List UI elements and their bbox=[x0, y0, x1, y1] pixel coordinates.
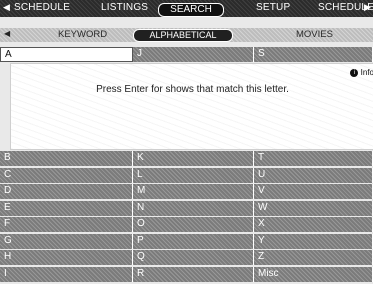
letter-cell[interactable]: M bbox=[133, 184, 254, 199]
letter-cell[interactable]: L bbox=[133, 167, 254, 183]
letter-row: I R Misc bbox=[0, 266, 373, 282]
letter-cell[interactable]: E bbox=[0, 200, 133, 216]
letter-row-top: A J S bbox=[0, 47, 373, 62]
letter-label: B bbox=[4, 152, 11, 163]
letter-cell[interactable]: Misc bbox=[254, 266, 373, 282]
letter-row: HQZ bbox=[0, 250, 373, 265]
letter-label: U bbox=[258, 168, 266, 180]
info-message: Press Enter for shows that match this le… bbox=[96, 84, 289, 95]
letter-cell[interactable]: N bbox=[133, 200, 254, 216]
info-panel: i Info Press Enter for shows that match … bbox=[10, 63, 373, 150]
letter-label: X bbox=[258, 218, 265, 229]
letter-cell[interactable]: H bbox=[0, 250, 133, 265]
top-nav-bar: ◀ SCHEDULE LISTINGS SEARCH SETUP SCHEDUL… bbox=[0, 0, 373, 17]
info-badge-label: Info bbox=[360, 68, 373, 77]
search-mode-tabs: ◀ KEYWORD ALPHABETICAL MOVIES bbox=[0, 28, 373, 42]
letter-label: G bbox=[4, 234, 12, 246]
letter-label: C bbox=[4, 168, 12, 180]
letter-label: S bbox=[258, 48, 265, 59]
letter-label: R bbox=[137, 267, 145, 279]
letter-label: D bbox=[4, 185, 12, 196]
right-arrow-icon[interactable]: ▶ bbox=[364, 2, 371, 13]
sub-left-arrow-icon[interactable]: ◀ bbox=[4, 29, 10, 38]
letter-cell[interactable]: F bbox=[0, 217, 133, 232]
letter-cell[interactable]: K bbox=[133, 151, 254, 166]
letter-cell[interactable]: B bbox=[0, 151, 133, 166]
nav-search-label: SEARCH bbox=[170, 4, 212, 15]
letter-label: E bbox=[4, 201, 11, 213]
letter-cell[interactable]: I bbox=[0, 266, 133, 282]
letter-cell[interactable]: V bbox=[254, 184, 373, 199]
letter-cell[interactable]: G bbox=[0, 233, 133, 249]
letter-cell[interactable]: X bbox=[254, 217, 373, 232]
nav-schedule-left[interactable]: SCHEDULE bbox=[14, 2, 70, 13]
letter-cell[interactable]: P bbox=[133, 233, 254, 249]
letter-cell[interactable]: D bbox=[0, 184, 133, 199]
letter-label: F bbox=[4, 218, 11, 229]
nav-listings[interactable]: LISTINGS bbox=[101, 2, 148, 13]
letter-cell[interactable]: Z bbox=[254, 250, 373, 265]
letter-row: DMV bbox=[0, 184, 373, 199]
letter-label: N bbox=[137, 201, 145, 213]
letter-label: W bbox=[258, 201, 268, 213]
letter-cell[interactable]: Y bbox=[254, 233, 373, 249]
letter-cell-j[interactable]: J bbox=[133, 47, 254, 62]
letter-label: Z bbox=[258, 251, 265, 262]
letter-label: A bbox=[5, 49, 12, 60]
letter-label: T bbox=[258, 152, 265, 163]
letter-row: BKT bbox=[0, 151, 373, 166]
nav-setup[interactable]: SETUP bbox=[256, 2, 290, 13]
letter-cell-a[interactable]: A bbox=[0, 47, 133, 62]
tab-movies[interactable]: MOVIES bbox=[296, 29, 333, 40]
info-icon: i bbox=[350, 68, 359, 77]
letter-cell[interactable]: U bbox=[254, 167, 373, 183]
letter-cell[interactable]: R bbox=[133, 266, 254, 282]
letter-cell[interactable]: Q bbox=[133, 250, 254, 265]
left-arrow-icon[interactable]: ◀ bbox=[3, 2, 10, 13]
letter-cell[interactable]: C bbox=[0, 167, 133, 183]
letter-label: I bbox=[4, 267, 7, 279]
letter-label: K bbox=[137, 152, 144, 163]
letter-label: L bbox=[137, 168, 143, 180]
letter-label: J bbox=[137, 48, 142, 59]
letter-label: P bbox=[137, 234, 144, 246]
letter-cell-s[interactable]: S bbox=[254, 47, 373, 62]
letter-cell[interactable]: O bbox=[133, 217, 254, 232]
nav-search-selected[interactable]: SEARCH bbox=[158, 3, 224, 17]
tab-alphabetical-label: ALPHABETICAL bbox=[149, 30, 217, 40]
tab-alphabetical-selected[interactable]: ALPHABETICAL bbox=[133, 29, 233, 42]
letter-cell[interactable]: W bbox=[254, 200, 373, 216]
tv-guide-screen: ◀ SCHEDULE LISTINGS SEARCH SETUP S C H ED U L… bbox=[0, 0, 373, 284]
letter-cell[interactable]: T bbox=[254, 151, 373, 166]
letter-label: Misc bbox=[258, 267, 279, 279]
letter-row: ENW bbox=[0, 200, 373, 216]
letter-label: Q bbox=[137, 251, 145, 262]
info-badge[interactable]: i Info bbox=[350, 68, 373, 77]
tab-keyword[interactable]: KEYWORD bbox=[58, 29, 107, 40]
letter-label: O bbox=[137, 218, 145, 229]
letter-label: V bbox=[258, 185, 265, 196]
letter-row: CLU bbox=[0, 167, 373, 183]
letter-label: M bbox=[137, 185, 146, 196]
letter-row: GPY bbox=[0, 233, 373, 249]
letter-row: FOX bbox=[0, 217, 373, 232]
letter-label: Y bbox=[258, 234, 265, 246]
letter-label: H bbox=[4, 251, 12, 262]
